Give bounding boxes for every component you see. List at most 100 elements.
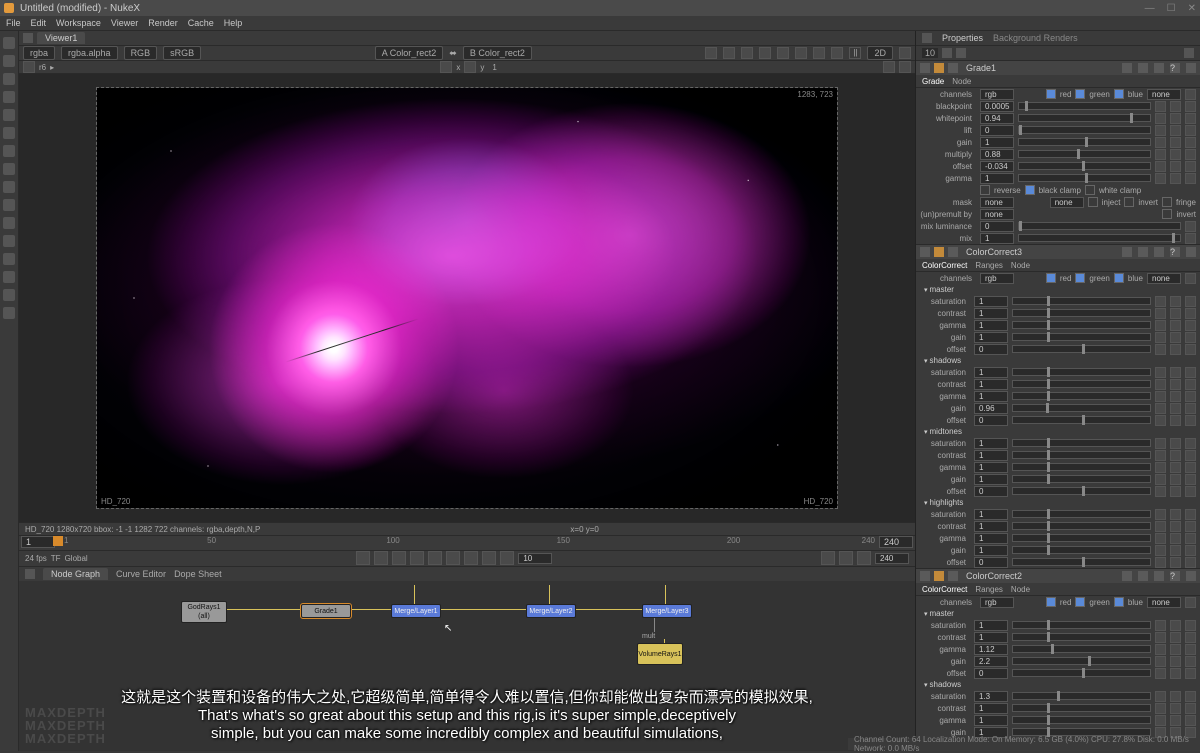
tab[interactable]: Ranges [975,585,1003,594]
panel-tool-icon[interactable] [1122,571,1132,581]
param-anim-icon[interactable] [1170,486,1181,497]
param-value-field[interactable]: 1 [980,173,1014,184]
param-slider[interactable] [1012,333,1151,341]
param-split-icon[interactable] [1155,438,1166,449]
param-slider[interactable] [1012,416,1151,424]
param-split-icon[interactable] [1155,462,1166,473]
mask-select[interactable]: none [980,197,1014,208]
param-toggle-icon[interactable] [1185,332,1196,343]
param-value-field[interactable]: 1 [974,703,1008,714]
dimension-select[interactable]: 2D [867,46,893,60]
param-value-field[interactable]: 1 [974,509,1008,520]
param-toggle-icon[interactable] [1185,474,1196,485]
blue-checkbox[interactable] [1114,273,1124,283]
tool-icon[interactable] [3,163,15,175]
param-anim-icon[interactable] [1170,379,1181,390]
param-anim-icon[interactable] [1170,113,1181,124]
section-header[interactable]: master [916,608,1200,619]
step-back-icon[interactable] [392,551,406,565]
layer-select[interactable]: rgba.alpha [61,46,118,60]
param-value-field[interactable]: 2.2 [974,656,1008,667]
param-toggle-icon[interactable] [1185,450,1196,461]
section-header[interactable]: highlights [916,497,1200,508]
white-clamp-checkbox[interactable] [1085,185,1095,195]
blue-checkbox[interactable] [1114,597,1124,607]
panel-menu-icon[interactable] [25,569,35,579]
center-node-icon[interactable] [934,247,944,257]
frame-tool-icon[interactable] [899,61,911,73]
param-split-icon[interactable] [1155,344,1166,355]
param-slider[interactable] [1018,174,1151,182]
param-value-field[interactable]: 1 [974,332,1008,343]
frame-tool-icon[interactable] [23,61,35,73]
param-toggle-icon[interactable] [1185,161,1196,172]
panel-tool-icon[interactable] [1122,247,1132,257]
viewer-tool-button[interactable] [813,47,825,59]
tab-properties[interactable]: Properties [942,33,983,43]
param-toggle-icon[interactable] [1185,379,1196,390]
param-split-icon[interactable] [1155,533,1166,544]
playback-mode[interactable]: TF [51,554,61,563]
param-value-field[interactable]: 1 [974,438,1008,449]
param-toggle-icon[interactable] [1185,438,1196,449]
panel-menu-icon[interactable] [922,33,932,43]
param-value-field[interactable]: 1 [974,296,1008,307]
tab[interactable]: Node [1011,261,1030,270]
node-merge[interactable]: Merge/Layer3 [642,604,692,618]
param-anim-icon[interactable] [1170,474,1181,485]
param-slider[interactable] [1012,621,1151,629]
param-slider[interactable] [1018,162,1151,170]
param-value-field[interactable]: 1 [974,632,1008,643]
param-slider[interactable] [1018,234,1181,242]
green-checkbox[interactable] [1075,273,1085,283]
node-merge[interactable]: Merge/Layer2 [526,604,576,618]
lut-select[interactable]: sRGB [163,46,201,60]
param-toggle-icon[interactable] [1185,125,1196,136]
param-toggle-icon[interactable] [1185,344,1196,355]
fps-select[interactable]: 24 fps [25,554,47,563]
param-anim-icon[interactable] [1170,296,1181,307]
param-anim-icon[interactable] [1170,715,1181,726]
param-slider[interactable] [1012,439,1151,447]
pause-icon[interactable]: || [849,47,861,59]
goto-start-icon[interactable] [356,551,370,565]
param-anim-icon[interactable] [1170,101,1181,112]
param-split-icon[interactable] [1155,715,1166,726]
tool-icon[interactable] [3,55,15,67]
param-split-icon[interactable] [1155,403,1166,414]
param-slider[interactable] [1012,392,1151,400]
tool-icon[interactable] [3,91,15,103]
input-a-select[interactable]: A Color_rect2 [375,46,444,60]
param-slider[interactable] [1012,404,1151,412]
channels-select[interactable]: rgb [980,273,1014,284]
param-anim-icon[interactable] [1170,632,1181,643]
param-value-field[interactable]: 0.96 [974,403,1008,414]
param-anim-icon[interactable] [1170,332,1181,343]
param-toggle-icon[interactable] [1185,557,1196,568]
param-value-field[interactable]: 1 [980,137,1014,148]
red-checkbox[interactable] [1046,273,1056,283]
param-value-field[interactable]: 0 [974,557,1008,568]
param-split-icon[interactable] [1155,332,1166,343]
tool-icon[interactable] [3,37,15,49]
tool-icon[interactable] [3,73,15,85]
param-slider[interactable] [1018,138,1151,146]
panel-tool-icon[interactable] [1138,247,1148,257]
menu-workspace[interactable]: Workspace [56,18,101,28]
panel-tool-icon[interactable] [1138,571,1148,581]
panel-tool-icon[interactable] [1154,247,1164,257]
tool-icon[interactable] [3,253,15,265]
tab[interactable]: ColorCorrect [922,261,967,270]
param-split-icon[interactable] [1155,703,1166,714]
param-split-icon[interactable] [1155,474,1166,485]
param-anim-icon[interactable] [1170,620,1181,631]
timeline-end-field[interactable]: 240 [879,536,913,548]
node-panel-header[interactable]: ColorCorrect2 ? [916,569,1200,583]
section-header[interactable]: shadows [916,679,1200,690]
param-value-field[interactable]: 0.88 [980,149,1014,160]
tool-icon[interactable] [3,289,15,301]
frame-arrow-icon[interactable]: ▸ [50,63,54,72]
param-value-field[interactable]: 1 [974,379,1008,390]
param-value-field[interactable]: 1 [974,450,1008,461]
param-value-field[interactable]: 1 [974,320,1008,331]
